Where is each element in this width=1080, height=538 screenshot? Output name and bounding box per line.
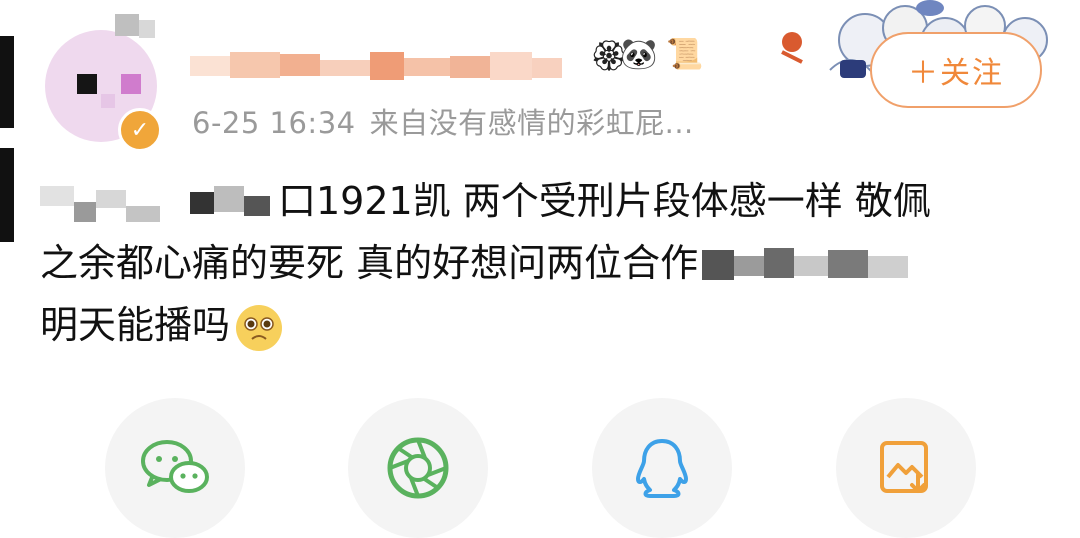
username-redacted: [190, 48, 590, 84]
post-body: 口1921凯 两个受刑片段体感一样 敬佩 之余都心痛的要死 真的好想问两位合作 …: [40, 170, 1040, 356]
pleading-face-emoji: [236, 304, 283, 351]
wechat-icon: [141, 440, 209, 493]
moments-icon: [387, 437, 449, 499]
post-meta: 6-25 16:34 来自没有感情的彩虹屁...: [192, 100, 694, 142]
verified-badge-icon: ✓: [118, 108, 162, 152]
save-image-button[interactable]: [836, 398, 976, 538]
follow-button[interactable]: ＋关注: [870, 32, 1042, 108]
post-line-2-text: 之余都心痛的要死 真的好想问两位合作: [40, 241, 699, 285]
save-image-icon: [880, 441, 928, 493]
post-line-3: 明天能播吗: [40, 294, 1040, 356]
post-source[interactable]: 来自没有感情的彩虹屁...: [370, 106, 694, 140]
post-time: 6-25 16:34: [192, 106, 356, 140]
post-line-1: 口1921凯 两个受刑片段体感一样 敬佩: [40, 170, 1040, 232]
post-line-2: 之余都心痛的要死 真的好想问两位合作: [40, 232, 1040, 294]
share-qq-button[interactable]: [592, 398, 732, 538]
screen-edge-top: [0, 36, 14, 128]
redacted-block: [702, 244, 912, 288]
diploma-emoji-icon: 📜: [666, 37, 704, 72]
post-line-3-text: 明天能播吗: [40, 303, 231, 347]
redacted-block: [40, 182, 278, 226]
share-moments-button[interactable]: [348, 398, 488, 538]
post-line-1-text: 口1921凯 两个受刑片段体感一样 敬佩: [278, 179, 931, 223]
panda-emoji-icon: 🐼: [620, 37, 658, 72]
qq-icon: [636, 439, 688, 498]
screen-edge-bottom: [0, 148, 14, 242]
share-wechat-button[interactable]: [105, 398, 245, 538]
